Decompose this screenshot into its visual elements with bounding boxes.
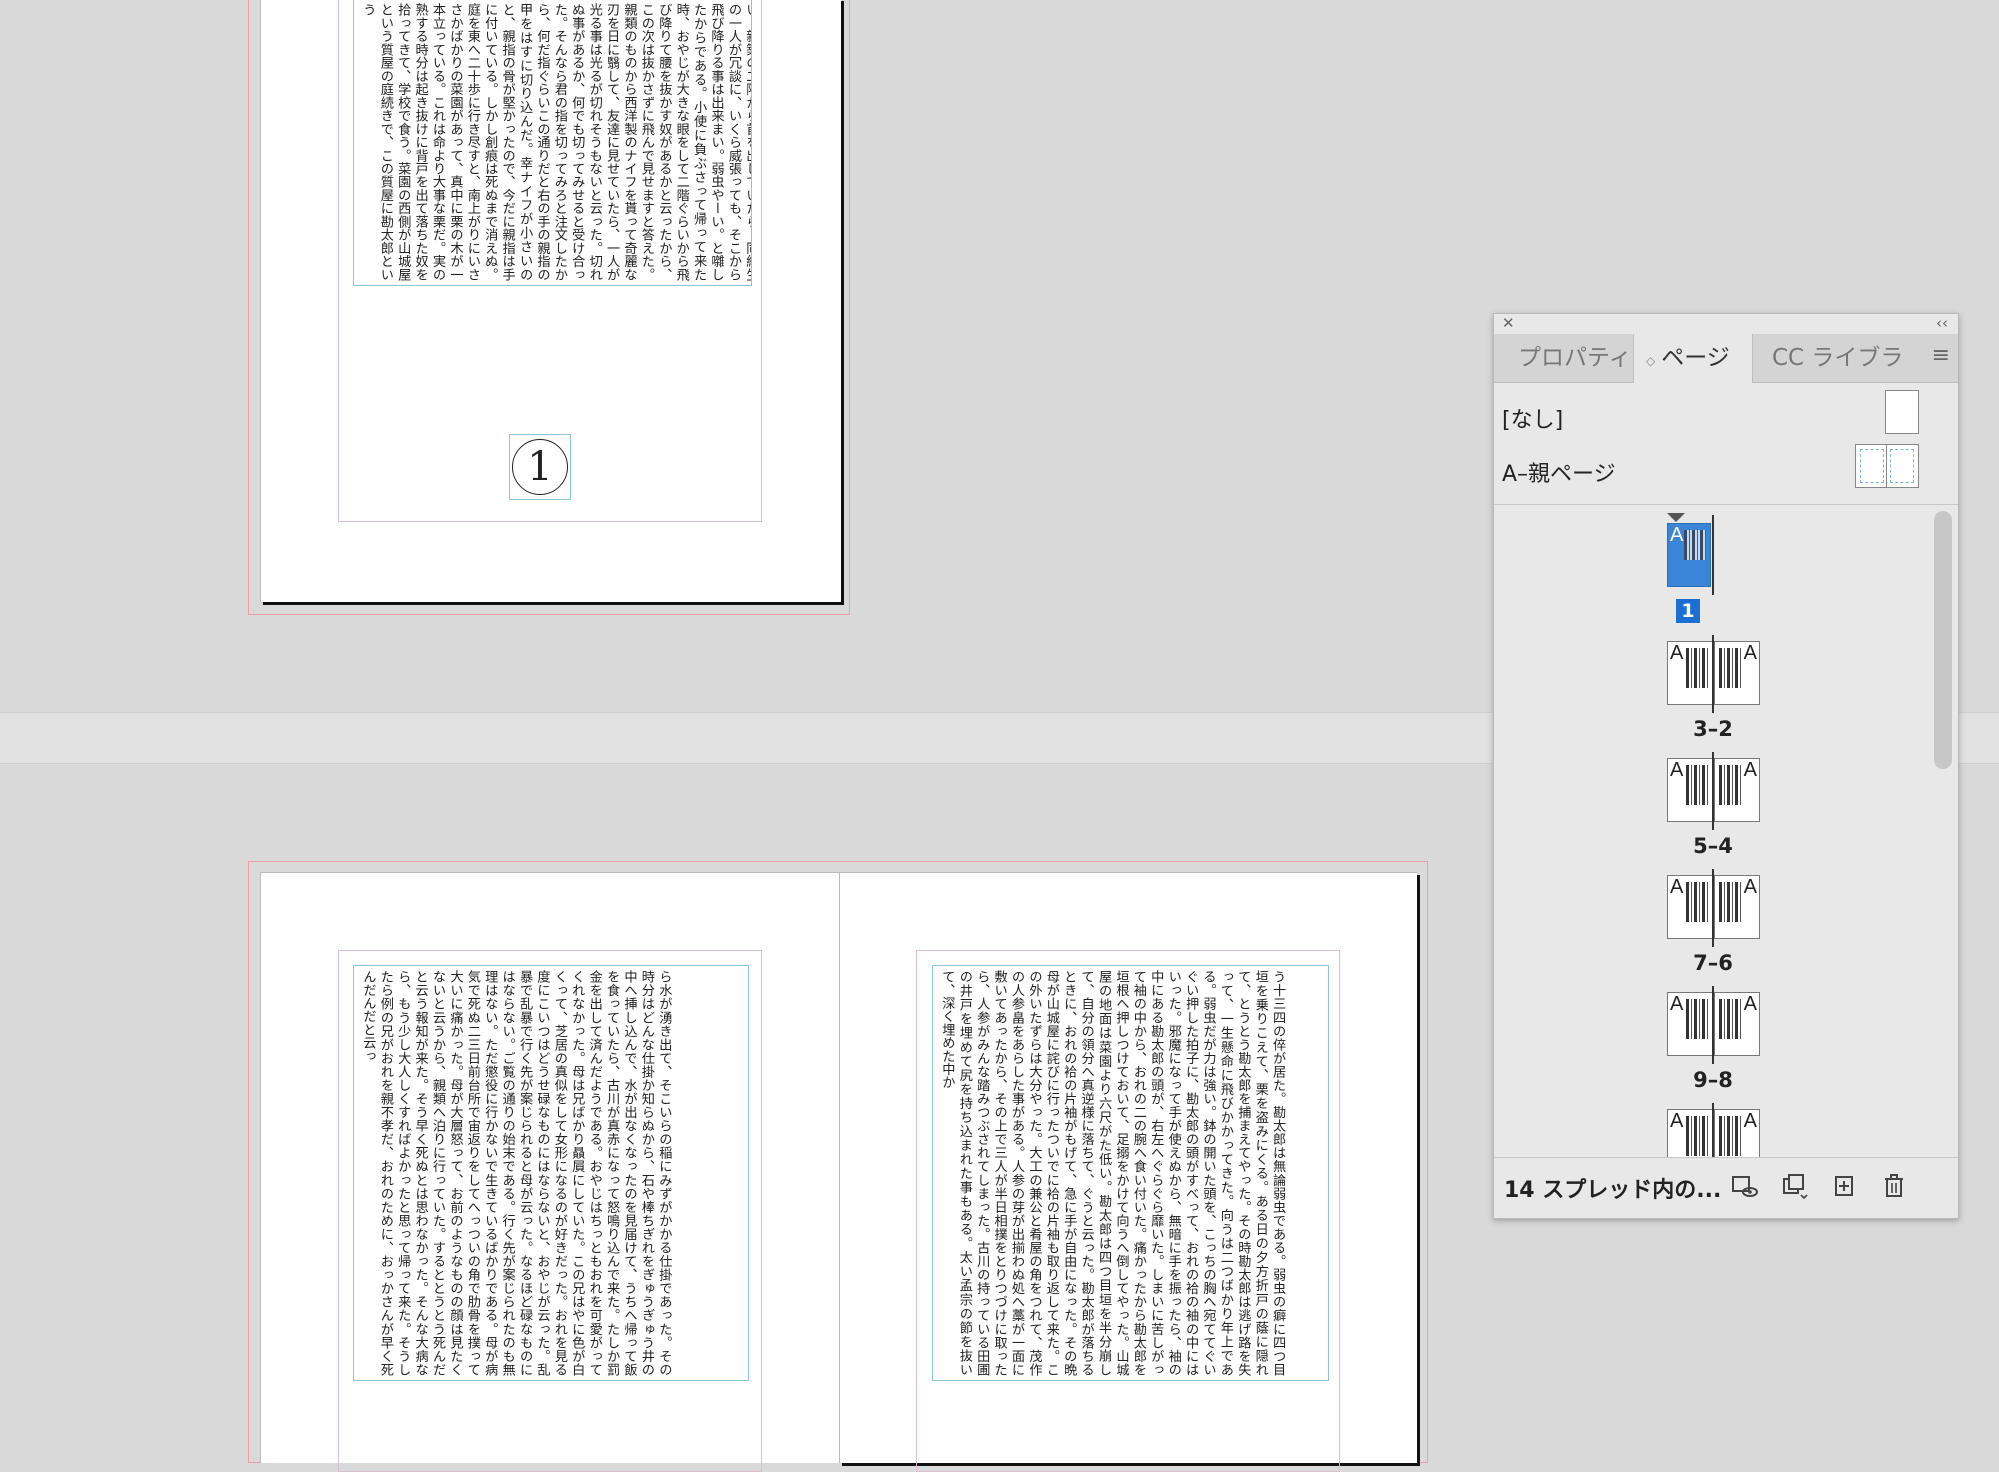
parent-page-a[interactable]: A–親ページ bbox=[1494, 444, 1958, 496]
spread-label: 5–4 bbox=[1693, 834, 1733, 858]
spread-label: 7–6 bbox=[1693, 951, 1733, 975]
collapse-icon[interactable]: ‹‹ bbox=[1936, 314, 1948, 332]
page-2-text-frame[interactable]: う十三四の倅が居た。勘太郎は無論弱虫である。弱虫の癖に四つ目垣を乗りこえて、栗を… bbox=[932, 965, 1329, 1381]
panel-tabs: プロパティ ◇ ページ CC ライブラ ≡ bbox=[1494, 334, 1958, 383]
page-1[interactable]: 供の時分から損ばかりしている。小学校に居る時分学校の二階から飛び降りて一週間ほど… bbox=[260, 0, 841, 602]
page-3-body-text: ら水が湧き出て、そこいらの稲にみずがかかる仕掛であった。その時分はどんな仕掛か知… bbox=[360, 970, 672, 1376]
scrollbar-thumb[interactable] bbox=[1934, 511, 1952, 769]
page-1-text-frame[interactable]: 供の時分から損ばかりしている。小学校に居る時分学校の二階から飛び降りて一週間ほど… bbox=[353, 0, 752, 286]
tab-cc-libraries[interactable]: CC ライブラ bbox=[1772, 334, 1903, 382]
panel-footer: 14 スプレッド内の... bbox=[1494, 1157, 1958, 1218]
spread-label: 9–8 bbox=[1693, 1068, 1733, 1092]
panel-menu-icon[interactable]: ≡ bbox=[1932, 343, 1950, 368]
page-thumbnails[interactable]: A 1 A A 3–2 A A 5–4 A A 7–6 A A 9–8 A A bbox=[1494, 504, 1958, 1159]
close-icon[interactable]: ✕ bbox=[1502, 314, 1515, 332]
parent-a-thumb bbox=[1855, 444, 1919, 488]
page-1-label[interactable]: 1 bbox=[1676, 599, 1700, 623]
edit-page-size-icon[interactable] bbox=[1729, 1171, 1759, 1201]
thumbnails-scrollbar[interactable] bbox=[1934, 511, 1952, 1151]
page-2-body-text: う十三四の倅が居た。勘太郎は無論弱虫である。弱虫の癖に四つ目垣を乗りこえて、栗を… bbox=[939, 970, 1286, 1376]
spread-label: 3–2 bbox=[1693, 717, 1733, 741]
page-2[interactable]: う十三四の倅が居た。勘太郎は無論弱虫である。弱虫の癖に四つ目垣を乗りこえて、栗を… bbox=[839, 872, 1417, 1472]
page-1-body-text: 供の時分から損ばかりしている。小学校に居る時分学校の二階から飛び降りて一週間ほど… bbox=[360, 3, 752, 281]
tab-pages[interactable]: ◇ ページ bbox=[1633, 334, 1753, 383]
panel-title-bar[interactable]: ✕ ‹‹ bbox=[1494, 314, 1958, 334]
tab-properties[interactable]: プロパティ bbox=[1518, 334, 1632, 382]
page-3-text-frame[interactable]: ら水が湧き出て、そこいらの稲にみずがかかる仕掛であった。その時分はどんな仕掛か知… bbox=[353, 965, 749, 1381]
page-1-spine bbox=[1712, 515, 1714, 595]
parent-none-thumb bbox=[1885, 390, 1919, 434]
page-number: 1 bbox=[512, 439, 568, 495]
page-number-frame[interactable]: 1 bbox=[509, 434, 571, 500]
page-1-start-marker bbox=[1667, 513, 1685, 522]
new-master-icon[interactable] bbox=[1779, 1171, 1809, 1201]
parent-page-none[interactable]: [なし] bbox=[1494, 390, 1958, 442]
page-1-thumbnail[interactable]: A bbox=[1667, 523, 1711, 587]
spread-count-label: 14 スプレッド内の... bbox=[1504, 1178, 1722, 1203]
new-page-icon[interactable] bbox=[1829, 1171, 1859, 1201]
trash-icon[interactable] bbox=[1879, 1171, 1909, 1201]
pages-panel[interactable]: ✕ ‹‹ プロパティ ◇ ページ CC ライブラ ≡ [なし] A–親ページ A… bbox=[1493, 313, 1959, 1219]
page-3[interactable]: ら水が湧き出て、そこいらの稲にみずがかかる仕掛であった。その時分はどんな仕掛か知… bbox=[260, 872, 839, 1472]
tab-reorder-icon: ◇ bbox=[1646, 354, 1656, 368]
